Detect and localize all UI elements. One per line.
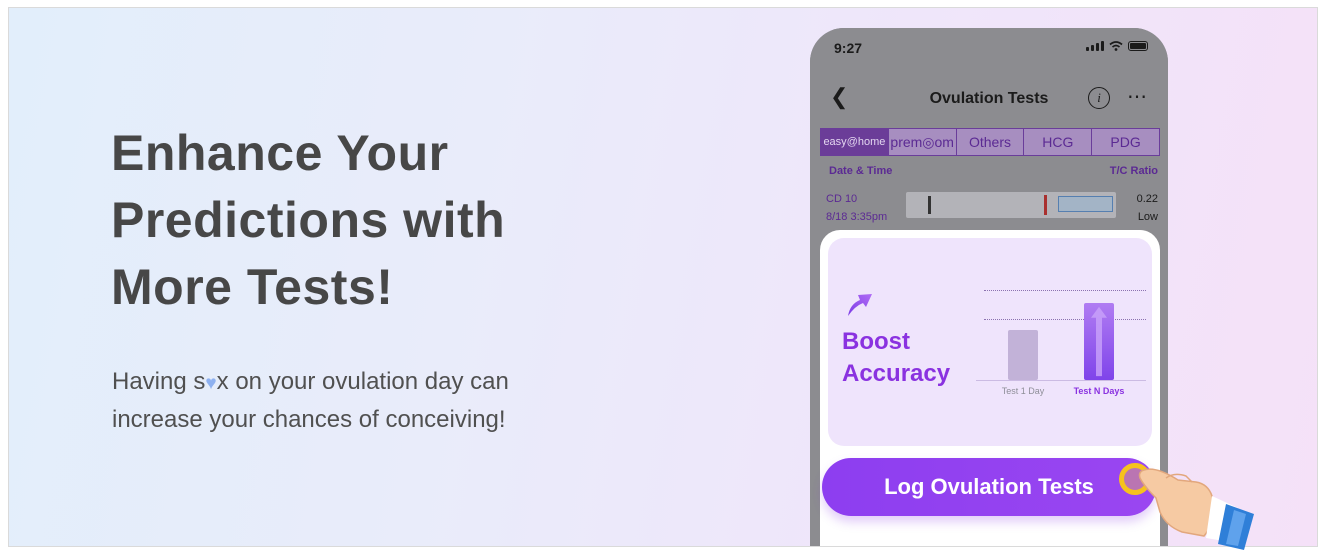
tab-pdg[interactable]: PDG	[1092, 129, 1159, 155]
subtitle-text: Having s	[112, 368, 206, 395]
tab-hcg[interactable]: HCG	[1024, 129, 1093, 155]
boost-title-line: Accuracy	[842, 360, 951, 387]
strip-control-mark	[928, 196, 931, 214]
brand-tabs: easy@home prem◎om Others HCG PDG	[820, 128, 1160, 156]
subtitle-line-2: increase your chances of conceiving!	[112, 406, 506, 433]
bar-test-1-day	[1008, 330, 1038, 380]
chart-label-test-n-days: Test N Days	[1073, 386, 1125, 396]
subtitle: Having s♥x on your ovulation day can inc…	[112, 364, 632, 438]
chart-baseline	[976, 380, 1146, 381]
bar-arrow-icon	[1091, 306, 1107, 377]
boost-title: Boost Accuracy	[842, 326, 950, 390]
status-time: 9:27	[834, 40, 863, 56]
row-ratio-level: Low	[1137, 211, 1158, 223]
nav-title: Ovulation Tests	[929, 90, 1049, 107]
subtitle-text: x on your ovulation day can	[216, 368, 509, 395]
headline: Enhance Your Predictions with More Tests…	[111, 120, 631, 321]
tab-others[interactable]: Others	[957, 129, 1025, 155]
status-icons	[1086, 41, 1148, 51]
boost-title-line: Boost	[842, 328, 910, 355]
wifi-icon	[1109, 41, 1123, 51]
arrow-up-icon	[848, 294, 872, 316]
headline-line: Enhance Your	[111, 125, 449, 181]
headline-line: Predictions with	[111, 192, 506, 248]
row-date: CD 10 8/18 3:35pm	[826, 190, 887, 226]
battery-icon	[1128, 41, 1148, 51]
nav-bar: ❮ Ovulation Tests i ⋯	[810, 78, 1168, 118]
accuracy-chart: Test 1 Day Test N Days	[976, 288, 1146, 408]
strip-test-line	[1044, 195, 1047, 215]
strip-lh-label	[1058, 196, 1113, 212]
phone-mockup: 9:27 ❮ Ovulation Tests i ⋯ easy@home pre…	[810, 28, 1168, 546]
tab-easy-home[interactable]: easy@home	[821, 129, 889, 155]
promo-banner: Enhance Your Predictions with More Tests…	[8, 7, 1318, 547]
pointing-hand-icon	[1138, 468, 1254, 550]
chart-gridline	[984, 319, 1146, 320]
boost-popup: Boost Accuracy Test 1 Day Test N Days Lo…	[820, 230, 1160, 546]
signal-icon	[1086, 41, 1104, 51]
tab-premom[interactable]: prem◎om	[889, 129, 957, 155]
row-datetime: 8/18 3:35pm	[826, 211, 888, 223]
row-cd: CD 10	[826, 193, 858, 205]
column-tc-ratio: T/C Ratio	[1109, 165, 1158, 177]
row-ratio: 0.22 Low	[1137, 190, 1158, 226]
column-date-time: Date & Time	[829, 165, 893, 177]
test-strip-image	[906, 192, 1116, 218]
boost-card: Boost Accuracy Test 1 Day Test N Days	[828, 238, 1152, 446]
chart-label-test-1-day: Test 1 Day	[1001, 386, 1045, 396]
subtitle-line-1: Having s♥x on your ovulation day can	[112, 364, 632, 402]
column-headers: Date & Time T/C Ratio	[829, 165, 1158, 177]
more-icon[interactable]: ⋯	[1127, 84, 1148, 109]
chart-gridline	[984, 290, 1146, 291]
heart-icon: ♥	[205, 373, 217, 394]
log-ovulation-tests-button[interactable]: Log Ovulation Tests	[822, 458, 1156, 516]
test-row[interactable]: CD 10 8/18 3:35pm 0.22 Low	[810, 186, 1168, 226]
row-ratio-value: 0.22	[1136, 193, 1158, 205]
info-icon[interactable]: i	[1088, 87, 1110, 109]
headline-line: More Tests!	[111, 259, 394, 315]
